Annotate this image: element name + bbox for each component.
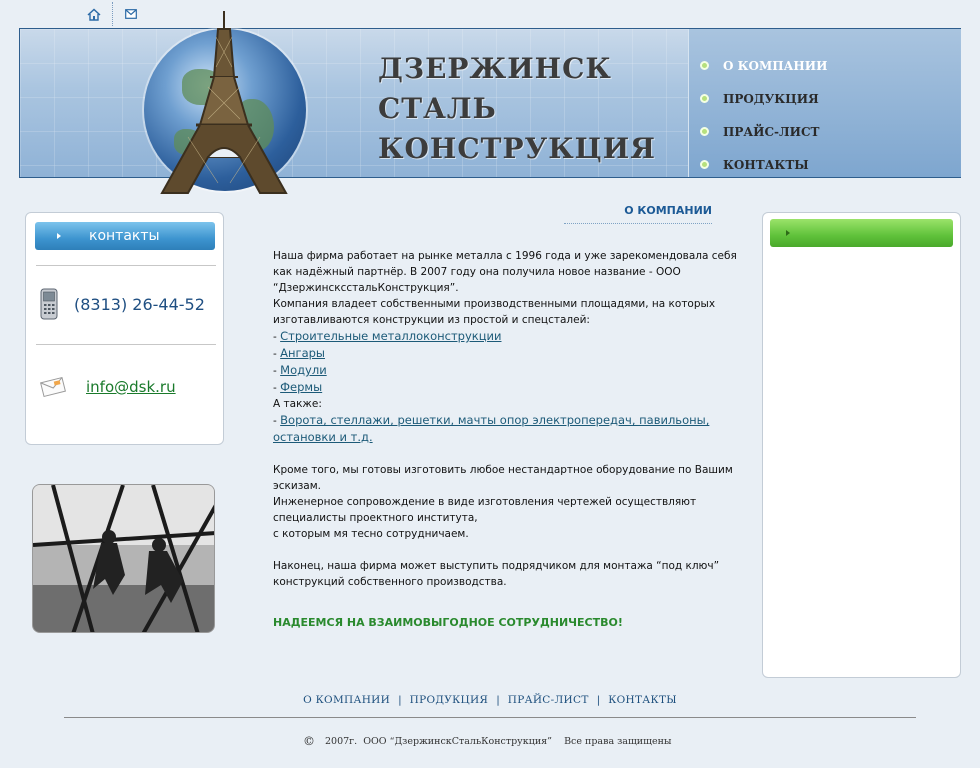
product-link-trusses[interactable]: Фермы <box>280 380 322 394</box>
also-label: А также: <box>273 398 322 410</box>
slogan: НАДЕЕМСЯ НА ВЗАИМОВЫГОДНОЕ СОТРУДНИЧЕСТВ… <box>273 616 623 629</box>
copyright-text: 2007г. ООО “ДзержинскСтальКонструкция” В… <box>325 735 672 747</box>
mail-icon[interactable] <box>121 5 141 23</box>
contacts-heading-label: контакты <box>89 228 160 244</box>
contacts-box-heading: контакты <box>35 222 215 250</box>
copyright: © 2007г. ООО “ДзержинскСтальКонструкция”… <box>303 734 672 748</box>
nav-products-label: ПРОДУКЦИЯ <box>723 91 819 106</box>
phone-row: (8313) 26-44-52 <box>40 288 205 320</box>
bullet-icon <box>700 94 709 103</box>
right-sidebar-box <box>762 212 961 678</box>
product-link-hangars[interactable]: Ангары <box>280 346 325 360</box>
nav-contacts-label: КОНТАКТЫ <box>723 157 809 172</box>
custom-text-3: с которым мя тесно сотрудничаем. <box>273 528 469 540</box>
bullet-icon <box>700 160 709 169</box>
copyright-icon: © <box>303 734 315 748</box>
divider <box>36 344 216 345</box>
list-item: - Ангары <box>273 346 325 360</box>
bullet-icon <box>700 61 709 70</box>
divider <box>36 265 216 266</box>
email-row: info@dsk.ru <box>40 376 176 398</box>
list-item: - Ворота, стеллажи, решетки, мачты опор … <box>273 413 710 444</box>
footer-link-products[interactable]: ПРОДУКЦИЯ <box>410 694 489 706</box>
footer-navigation: О КОМПАНИИ | ПРОДУКЦИЯ | ПРАЙС-ЛИСТ | КОНТАКТЫ <box>0 694 980 706</box>
top-icon-bar <box>84 2 141 26</box>
phone-number: (8313) 26-44-52 <box>74 294 205 314</box>
footer-separator: | <box>496 694 500 706</box>
envelope-icon <box>40 376 66 398</box>
product-link-other[interactable]: Ворота, стеллажи, решетки, мачты опор эл… <box>273 413 709 444</box>
facilities-text: Компания владеет собственными производст… <box>273 298 716 326</box>
nav-price-list-label: ПРАЙС-ЛИСТ <box>723 124 820 139</box>
header-banner: ДЗЕРЖИНСК СТАЛЬ КОНСТРУКЦИЯ О КОМПАНИИ П… <box>19 11 961 194</box>
arrow-right-icon <box>57 233 61 239</box>
company-title-line-1: ДЗЕРЖИНСК <box>378 52 612 85</box>
home-icon[interactable] <box>84 5 104 23</box>
contacts-box: контакты (8313) 26-44-52 info@dsk.ru <box>25 212 224 445</box>
nav-price-list[interactable]: ПРАЙС-ЛИСТ <box>700 115 827 148</box>
footer-divider <box>64 717 916 718</box>
main-content: Наша фирма работает на рынке металла с 1… <box>273 248 751 590</box>
bullet-icon <box>700 127 709 136</box>
list-item: - Модули <box>273 363 327 377</box>
arrow-right-icon <box>786 230 790 236</box>
footer-separator: | <box>398 694 402 706</box>
list-item: - Фермы <box>273 380 323 394</box>
right-box-heading <box>770 219 953 247</box>
eiffel-tower-image <box>160 11 288 194</box>
nav-products[interactable]: ПРОДУКЦИЯ <box>700 82 827 115</box>
company-title-line-3: КОНСТРУКЦИЯ <box>378 132 656 165</box>
turnkey-text: Наконец, наша фирма может выступить подр… <box>273 560 720 588</box>
custom-text-2: Инженерное сопровождение в виде изготовл… <box>273 496 697 524</box>
nav-about[interactable]: О КОМПАНИИ <box>700 49 827 82</box>
list-item: - Строительные металлоконструкции <box>273 329 502 343</box>
custom-text-1: Кроме того, мы готовы изготовить любое н… <box>273 464 733 492</box>
footer-link-price-list[interactable]: ПРАЙС-ЛИСТ <box>508 694 589 706</box>
footer-separator: | <box>596 694 601 706</box>
intro-text: Наша фирма работает на рынке металла с 1… <box>273 250 737 294</box>
footer-link-contacts[interactable]: КОНТАКТЫ <box>608 694 677 706</box>
product-link-steel-structures[interactable]: Строительные металлоконструкции <box>280 329 501 343</box>
workers-photo <box>32 484 215 633</box>
company-title: ДЗЕРЖИНСК СТАЛЬ КОНСТРУКЦИЯ <box>378 49 656 169</box>
top-navigation: О КОМПАНИИ ПРОДУКЦИЯ ПРАЙС-ЛИСТ КОНТАКТЫ <box>700 49 827 181</box>
divider <box>112 2 113 26</box>
nav-about-label: О КОМПАНИИ <box>723 58 828 73</box>
email-link[interactable]: info@dsk.ru <box>86 378 176 396</box>
product-link-modules[interactable]: Модули <box>280 363 327 377</box>
mobile-phone-icon <box>40 288 58 320</box>
nav-contacts[interactable]: КОНТАКТЫ <box>700 148 827 181</box>
company-title-line-2: СТАЛЬ <box>378 92 497 125</box>
section-title: О КОМПАНИИ <box>564 204 712 224</box>
footer-link-about[interactable]: О КОМПАНИИ <box>303 694 390 706</box>
